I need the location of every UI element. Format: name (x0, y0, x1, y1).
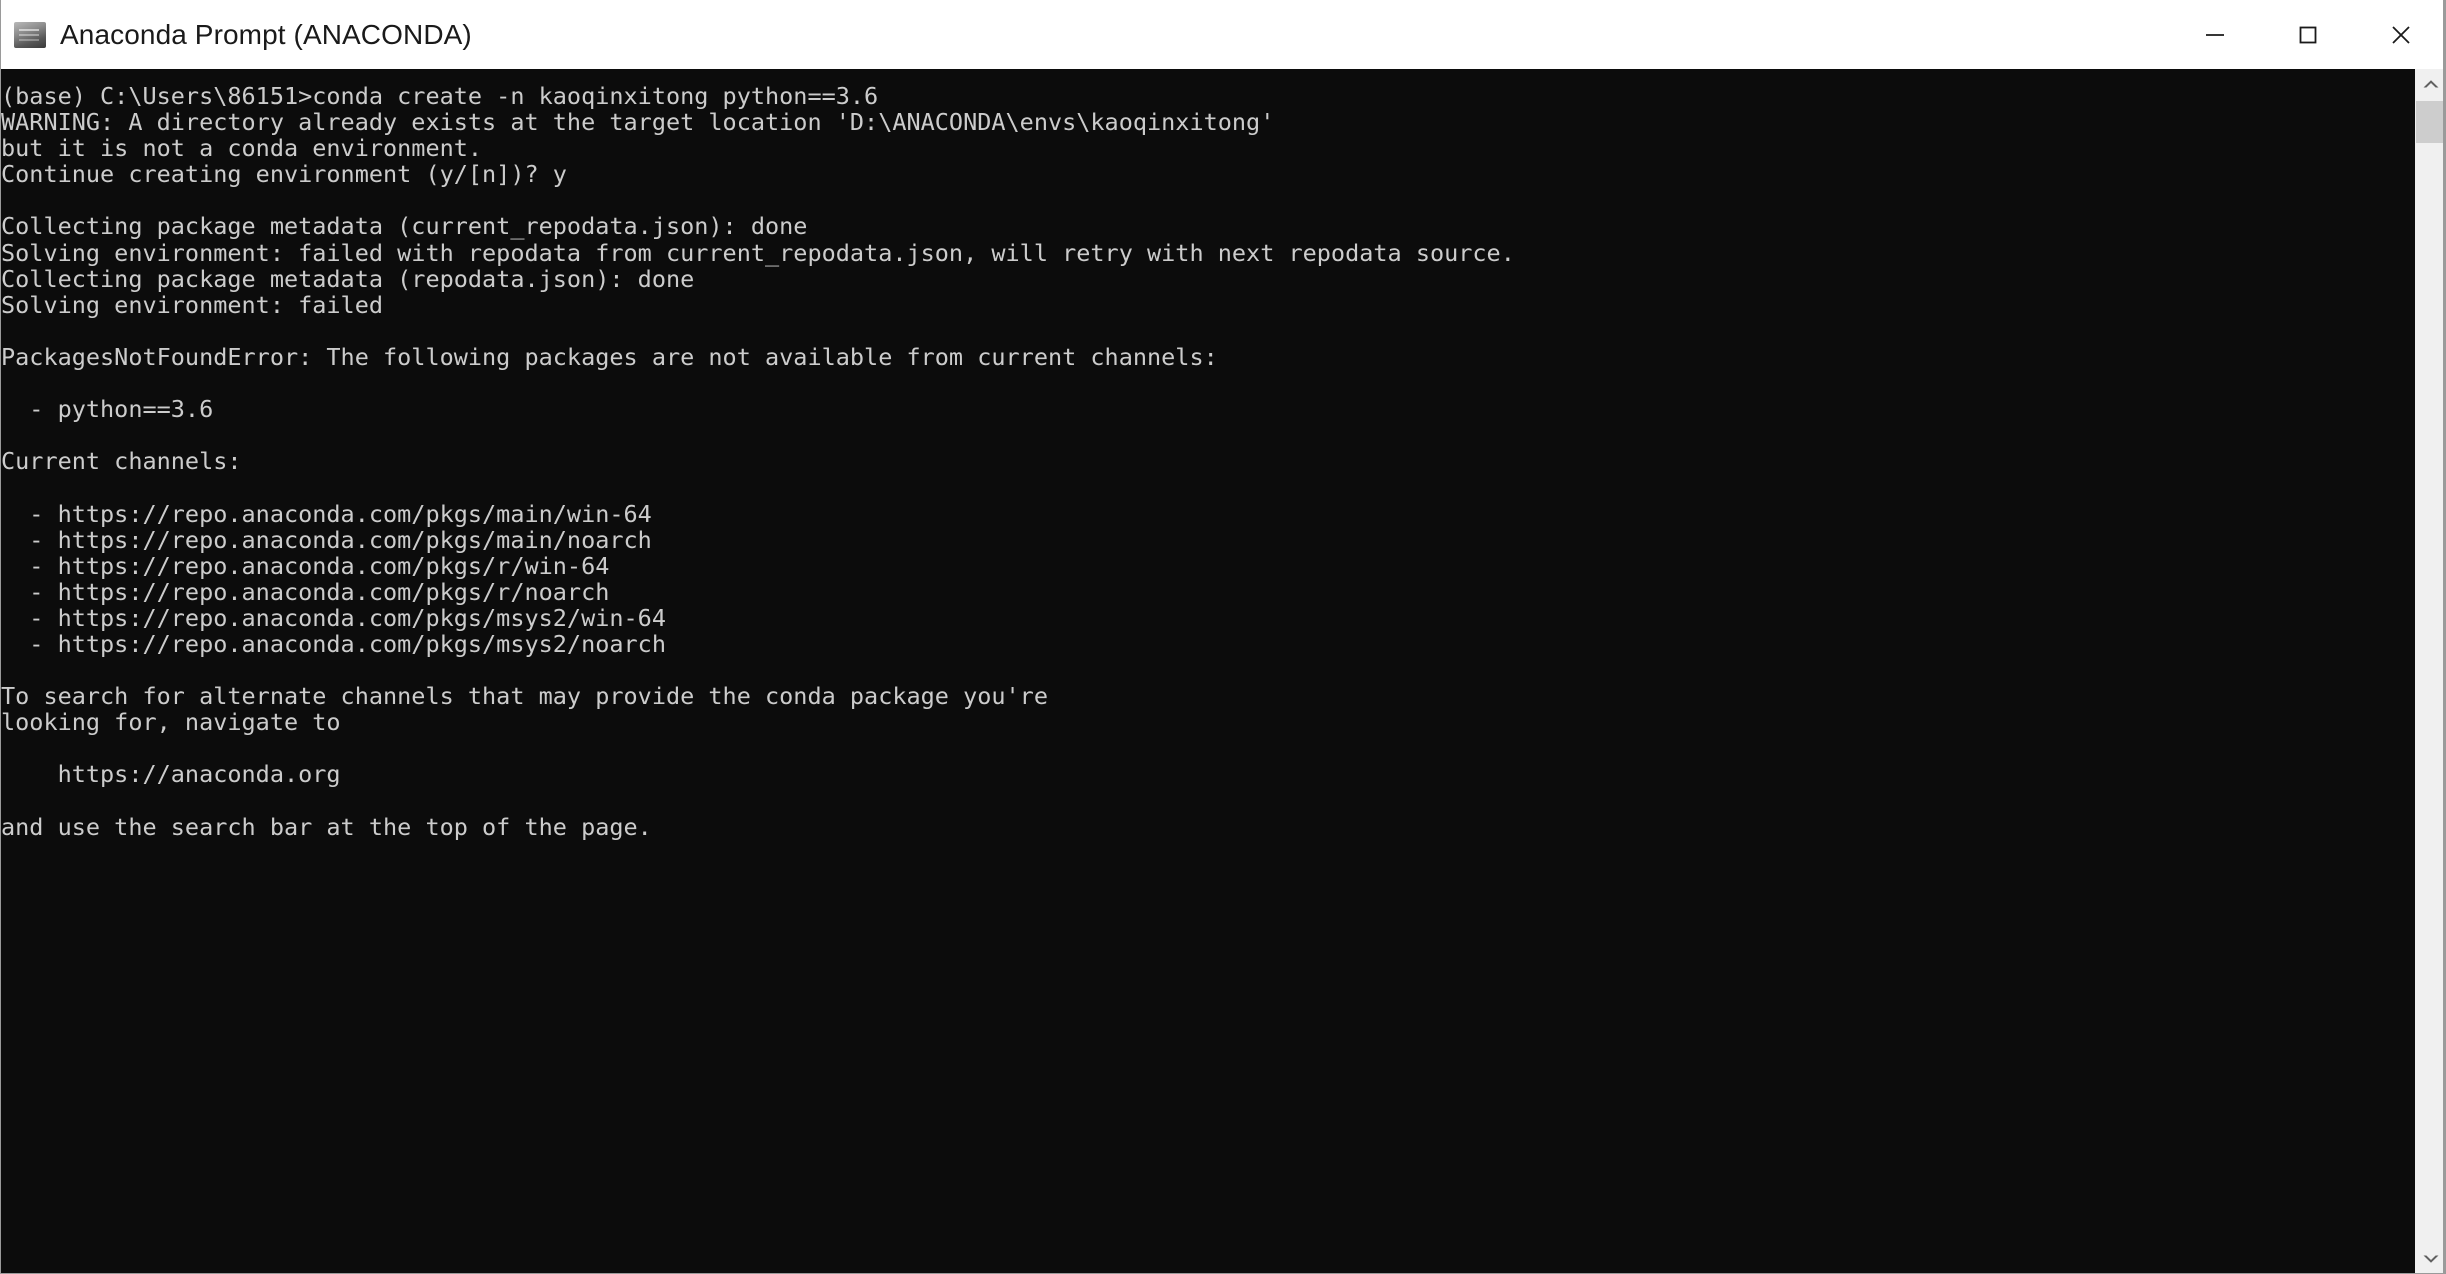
window-title: Anaconda Prompt (ANACONDA) (60, 18, 472, 50)
anaconda-prompt-window: Anaconda Prompt (ANACONDA) (base) C:\Use… (0, 0, 2446, 1274)
scrollbar-thumb[interactable] (2416, 101, 2445, 143)
close-icon (2391, 25, 2410, 44)
scrollbar-track[interactable] (2416, 99, 2445, 1244)
terminal-text: (base) C:\Users\86151>conda create -n ka… (1, 82, 1515, 841)
title-bar[interactable]: Anaconda Prompt (ANACONDA) (1, 0, 2445, 70)
vertical-scrollbar[interactable] (2415, 69, 2445, 1273)
close-button[interactable] (2354, 0, 2445, 69)
scroll-down-button[interactable] (2416, 1244, 2445, 1273)
maximize-button[interactable] (2261, 0, 2354, 69)
chevron-down-icon (2423, 1255, 2439, 1263)
scroll-up-button[interactable] (2416, 69, 2445, 99)
chevron-up-icon (2423, 80, 2439, 88)
minimize-button[interactable] (2168, 0, 2261, 69)
terminal-output-area[interactable]: (base) C:\Users\86151>conda create -n ka… (1, 69, 2445, 1273)
console-icon (14, 21, 46, 48)
maximize-icon (2299, 26, 2316, 43)
window-controls (2168, 0, 2445, 69)
window-right-border (2443, 0, 2445, 1273)
minimize-icon (2205, 33, 2224, 36)
